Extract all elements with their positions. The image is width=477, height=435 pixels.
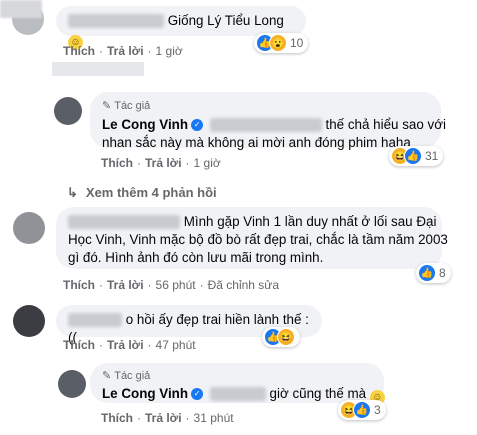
comment-time[interactable]: 31 phút bbox=[194, 411, 234, 425]
comment-actions: Thích · Trả lời · 1 giờ bbox=[63, 44, 183, 58]
blurred-author-name bbox=[68, 313, 122, 328]
reaction-summary[interactable]: 😆 👍 3 bbox=[338, 400, 386, 420]
reaction-summary[interactable]: 👍 😆 bbox=[262, 327, 300, 347]
comment-actions: Thích · Trả lời · 31 phút bbox=[101, 411, 234, 425]
reply-link[interactable]: Trả lời bbox=[145, 156, 182, 170]
avatar[interactable] bbox=[13, 305, 45, 337]
comment-bubble: Mình gặp Vinh 1 lần duy nhất ở lối sau Đ… bbox=[56, 207, 448, 269]
avatar[interactable] bbox=[58, 370, 86, 398]
pencil-icon: ✎ bbox=[102, 100, 112, 112]
reaction-count: 31 bbox=[425, 149, 439, 163]
verified-badge-icon: ✓ bbox=[191, 119, 204, 132]
like-reaction-icon: 👍 bbox=[404, 147, 422, 165]
view-more-replies-button[interactable]: ↳ Xem thêm 4 phản hồi bbox=[67, 185, 217, 201]
like-link[interactable]: Thích bbox=[63, 278, 95, 292]
comment-time[interactable]: 1 giờ bbox=[156, 44, 183, 58]
commenter-name[interactable]: Le Cong Vinh bbox=[102, 117, 188, 132]
comment-time[interactable]: 1 giờ bbox=[194, 156, 221, 170]
reply-link[interactable]: Trả lời bbox=[145, 411, 182, 425]
comment-text: nhan sắc này mà không ai mời anh đóng ph… bbox=[102, 135, 411, 150]
blurred-mention bbox=[209, 387, 266, 402]
reply-arrow-icon: ↳ bbox=[67, 185, 78, 200]
reaction-summary[interactable]: 😆 👍 31 bbox=[389, 146, 444, 166]
reaction-count: 3 bbox=[374, 403, 381, 417]
edited-label[interactable]: Đã chỉnh sửa bbox=[208, 278, 279, 292]
like-link[interactable]: Thích bbox=[63, 338, 95, 352]
reaction-count: 8 bbox=[439, 266, 446, 280]
comment-time[interactable]: 47 phút bbox=[156, 338, 196, 352]
blurred-author-name bbox=[68, 14, 164, 29]
wow-reaction-icon: 😮 bbox=[269, 34, 287, 52]
comment-actions: Thích · Trả lời · 56 phút · Đã chỉnh sửa bbox=[63, 278, 279, 292]
pencil-icon: ✎ bbox=[102, 370, 112, 382]
reaction-count: 10 bbox=[290, 36, 304, 50]
like-link[interactable]: Thích bbox=[101, 156, 133, 170]
comment-bubble: ✎ Tác giả Le Cong Vinh ✓ thế chả hiểu sao … bbox=[90, 92, 446, 150]
blurred-overlay bbox=[0, 0, 42, 18]
comment-actions: Thích · Trả lời · 47 phút bbox=[63, 338, 196, 352]
comment-text: Giống Lý Tiểu Long bbox=[167, 13, 284, 28]
comment-text: Học Vinh, Vinh mặc bộ đồ bò rất đẹp trai… bbox=[68, 232, 448, 247]
verified-badge-icon: ✓ bbox=[191, 388, 204, 401]
like-link[interactable]: Thích bbox=[63, 44, 95, 58]
reaction-summary[interactable]: 👍 😮 10 bbox=[254, 33, 309, 53]
reply-link[interactable]: Trả lời bbox=[107, 278, 144, 292]
comment-text: gì đó. Hình ảnh đó còn lưu mãi trong mìn… bbox=[68, 250, 324, 265]
like-link[interactable]: Thích bbox=[101, 411, 133, 425]
comment-time[interactable]: 56 phút bbox=[156, 278, 196, 292]
author-badge: ✎ Tác giả bbox=[102, 367, 372, 385]
like-reaction-icon: 👍 bbox=[418, 264, 436, 282]
comment-text: thế chả hiểu sao với bbox=[325, 117, 446, 132]
blurred-author-name bbox=[68, 215, 180, 230]
reply-link[interactable]: Trả lời bbox=[107, 338, 144, 352]
comment-actions: Thích · Trả lời · 1 giờ bbox=[101, 156, 221, 170]
blurred-overlay bbox=[52, 62, 144, 76]
author-badge: ✎ Tác giả bbox=[102, 97, 429, 115]
blurred-mention bbox=[209, 118, 322, 133]
commenter-name[interactable]: Le Cong Vinh bbox=[102, 386, 188, 401]
avatar[interactable] bbox=[54, 97, 82, 125]
comment-bubble: Giống Lý Tiểu Long ☺ bbox=[56, 6, 306, 50]
comment-bubble: ✎ Tác giả Le Cong Vinh ✓ giờ cũng thế mà ☺ bbox=[90, 363, 385, 405]
reaction-summary[interactable]: 👍 8 bbox=[416, 263, 451, 283]
haha-reaction-icon: 😆 bbox=[277, 328, 295, 346]
comment-text: giờ cũng thế mà bbox=[269, 386, 367, 401]
reply-link[interactable]: Trả lời bbox=[107, 44, 144, 58]
comment-text: Mình gặp Vinh 1 lần duy nhất ở lối sau Đ… bbox=[183, 214, 437, 229]
like-reaction-icon: 👍 bbox=[353, 401, 371, 419]
avatar[interactable] bbox=[13, 212, 45, 244]
